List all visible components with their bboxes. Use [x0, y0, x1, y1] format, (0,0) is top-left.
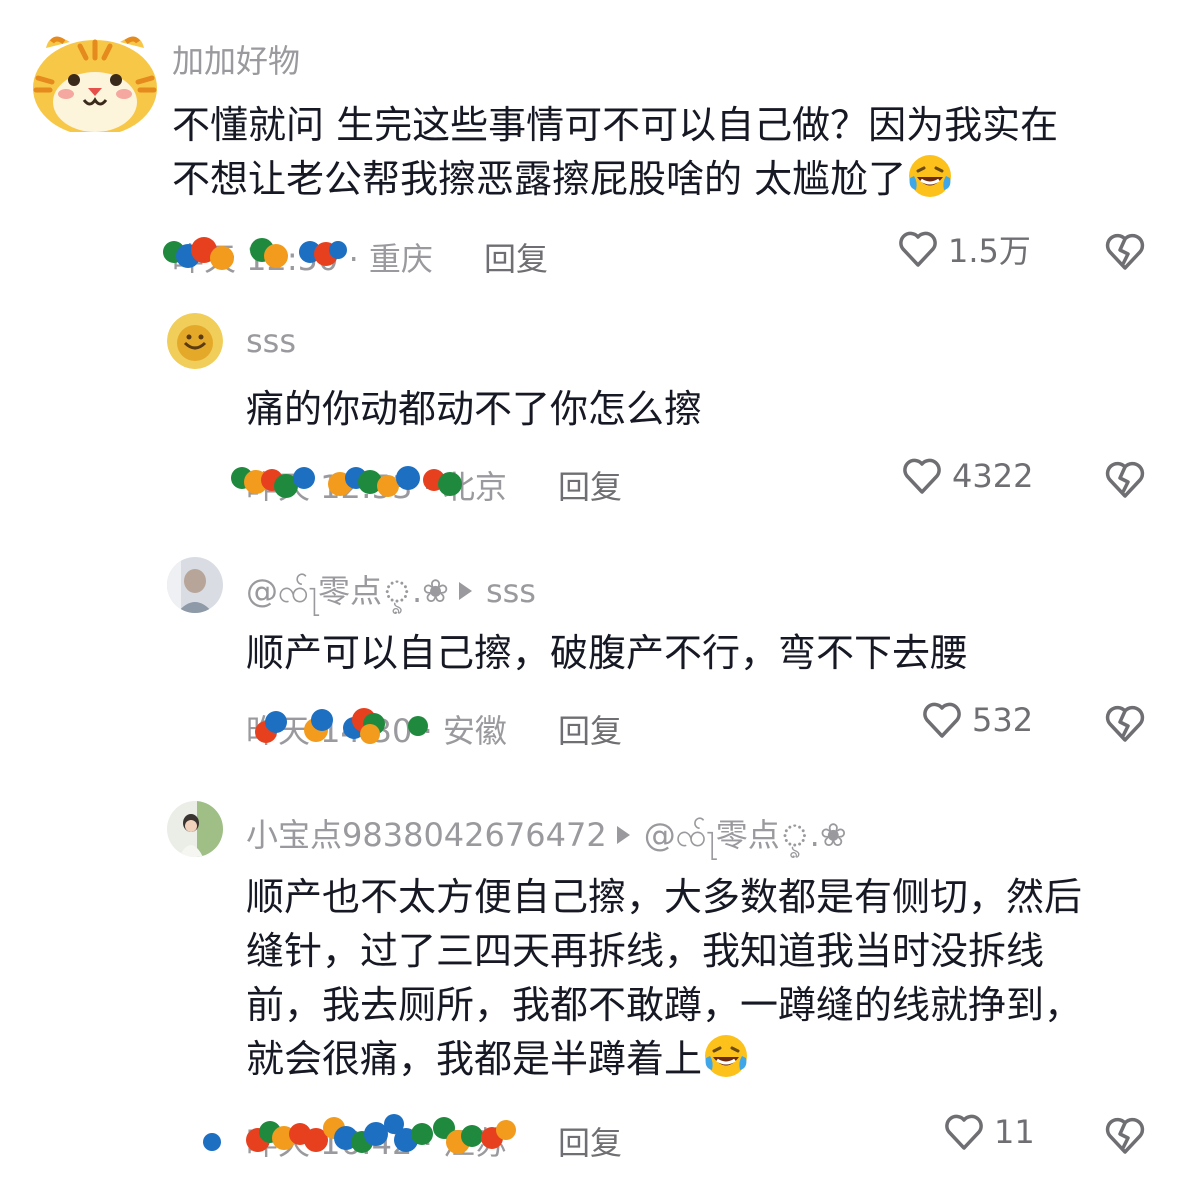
like-button[interactable]: 1.5万	[896, 226, 1031, 272]
like-count: 532	[972, 701, 1034, 739]
comment-text-line: 不懂就问 生完这些事情可不可以自己做？因为我实在	[172, 103, 1059, 147]
comment-text-line: 不想让老公帮我擦恶露擦屁股啥的 太尴尬了	[172, 152, 1172, 206]
comment-username[interactable]: 小宝点9838042676472 @ၸ်ႃ零点ৢ.❀	[246, 810, 847, 864]
reply-arrow-icon	[616, 826, 630, 844]
child-photo-avatar[interactable]	[167, 801, 223, 857]
broken-heart-icon[interactable]	[1102, 456, 1148, 502]
comment-text: 痛的你动都动不了你怎么擦	[246, 382, 1146, 436]
reply-button[interactable]: 回复	[558, 462, 622, 508]
heart-outline-icon	[923, 702, 961, 738]
comment-text: 顺产也不太方便自己擦，大多数都是有侧切，然后 缝针，过了三四天再拆线，我知道我当…	[246, 870, 1186, 1086]
broken-heart-icon[interactable]	[1102, 700, 1148, 746]
like-count: 11	[994, 1113, 1035, 1151]
heart-outline-icon	[945, 1114, 983, 1150]
reply-button[interactable]: 回复	[484, 234, 548, 280]
like-button[interactable]: 532	[920, 698, 1033, 742]
comment-text: 不懂就问 生完这些事情可不可以自己做？因为我实在 不想让老公帮我擦恶露擦屁股啥的…	[172, 98, 1172, 206]
reply-button[interactable]: 回复	[558, 1118, 622, 1164]
comment-meta: 昨天 12:50 · 重庆	[172, 240, 433, 278]
comment-meta: 昨天 14:30 · 安徽	[246, 712, 507, 750]
comment-text-line: 前，我去厕所，我都不敢蹲，一蹲缝的线就挣到，	[246, 983, 1083, 1027]
comment-text: 顺产可以自己擦，破腹产不行，弯不下去腰	[246, 626, 1146, 680]
comment-meta: 昨天 16:42 · 江苏	[246, 1124, 507, 1162]
like-count: 1.5万	[948, 232, 1031, 270]
broken-heart-icon[interactable]	[1102, 228, 1148, 274]
comment-text-line: 顺产可以自己擦，破腹产不行，弯不下去腰	[246, 631, 969, 675]
comment-username[interactable]: @ၸ်ႃ零点ৢ.❀ sss	[246, 566, 536, 620]
like-button[interactable]: 4322	[900, 454, 1033, 498]
broken-heart-icon[interactable]	[1102, 1112, 1148, 1158]
like-button[interactable]: 11	[942, 1110, 1035, 1154]
reply-to-username[interactable]: sss	[486, 572, 536, 610]
tiger-avatar[interactable]	[28, 28, 162, 136]
yellow-face-avatar[interactable]	[167, 313, 223, 369]
comment-username[interactable]: sss	[246, 322, 296, 360]
reply-button[interactable]: 回复	[558, 706, 622, 752]
reply-to-username[interactable]: @ၸ်ႃ零点ৢ.❀	[644, 816, 847, 854]
comment-text-line: 缝针，过了三四天再拆线，我知道我当时没拆线	[246, 929, 1045, 973]
heart-outline-icon	[903, 458, 941, 494]
laughing-crying-emoji	[705, 1035, 748, 1077]
like-count: 4322	[952, 457, 1034, 495]
reply-arrow-icon	[458, 582, 472, 600]
heart-outline-icon	[899, 231, 937, 267]
comment-text-line: 痛的你动都动不了你怎么擦	[246, 387, 703, 431]
girl-photo-avatar[interactable]	[167, 557, 223, 613]
comment-meta: 昨天 12:53 · 北京	[246, 468, 507, 506]
comment-text-line: 顺产也不太方便自己擦，大多数都是有侧切，然后	[246, 875, 1083, 919]
comment-text-line: 就会很痛，我都是半蹲着上	[246, 1032, 1186, 1086]
laughing-crying-emoji	[909, 155, 952, 197]
comment-username[interactable]: 加加好物	[172, 36, 300, 82]
